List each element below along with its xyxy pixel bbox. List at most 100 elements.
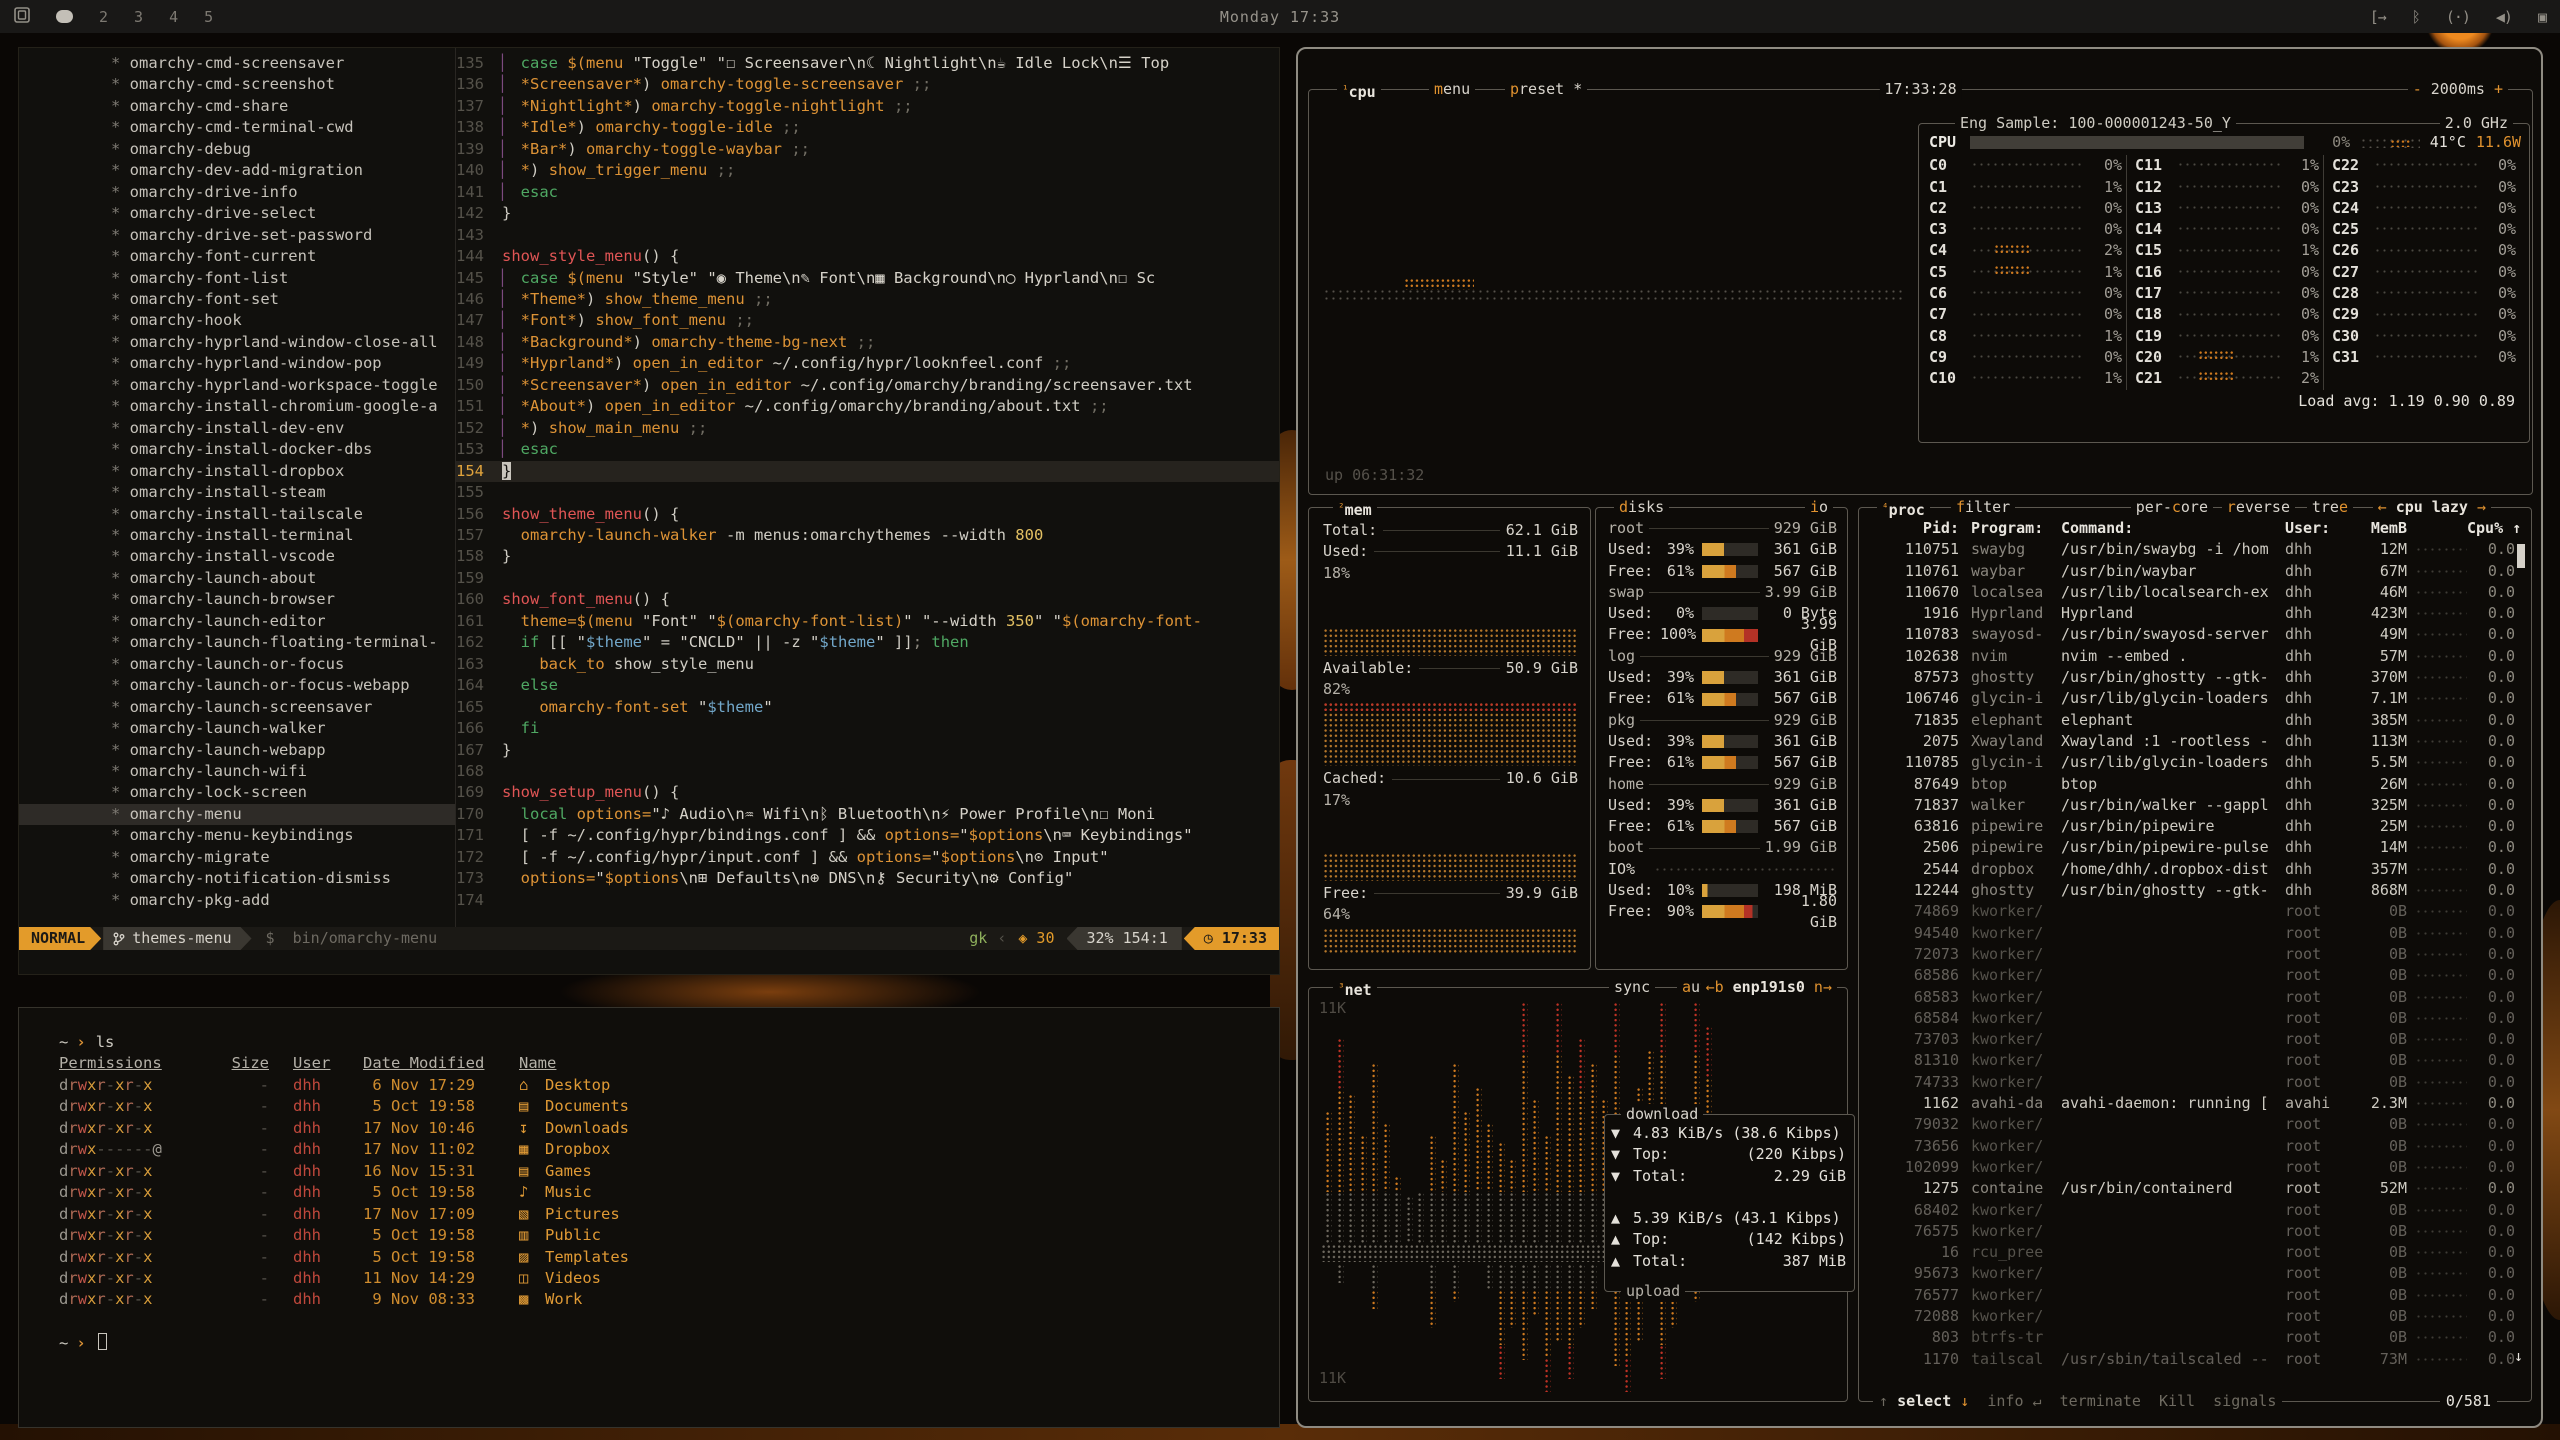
code-line[interactable]: 172 [ -f ~/.config/hypr/input.conf ] && … xyxy=(456,847,1279,868)
workspace-3[interactable]: 3 xyxy=(134,8,143,26)
io-toggle[interactable]: io xyxy=(1805,497,1833,518)
per-core-toggle[interactable]: per-core xyxy=(2131,497,2213,518)
process-row[interactable]: 87649btopbtopdhh26M0.0 xyxy=(1867,774,2527,795)
process-row[interactable]: 94540kworker/root0B0.0 xyxy=(1867,923,2527,944)
terminal-window[interactable]: ~›ls PermissionsSizeUserDate ModifiedNam… xyxy=(18,1007,1280,1428)
cpu-box-title[interactable]: ¹cpu xyxy=(1337,79,1381,103)
volume-icon[interactable]: ◀) xyxy=(2496,8,2512,26)
process-row[interactable]: 106746glycin-i/usr/lib/glycin-loadersdhh… xyxy=(1867,688,2527,709)
code-line[interactable]: 174 xyxy=(456,890,1279,911)
file-item[interactable]: * omarchy-launch-or-focus-webapp xyxy=(19,675,455,696)
process-scrollbar[interactable] xyxy=(2517,544,2525,568)
proc-header-memb[interactable]: MemB xyxy=(2345,518,2407,539)
file-item[interactable]: * omarchy-install-tailscale xyxy=(19,504,455,525)
code-line[interactable]: 140▏ *) show_trigger_menu ;; xyxy=(456,160,1279,181)
code-line[interactable]: 143 xyxy=(456,225,1279,246)
code-line[interactable]: 153▏ esac xyxy=(456,439,1279,460)
process-row[interactable]: 72088kworker/root0B0.0 xyxy=(1867,1306,2527,1327)
mem-box-title[interactable]: ²mem xyxy=(1333,497,1377,521)
code-line[interactable]: 141▏ esac xyxy=(456,182,1279,203)
file-item[interactable]: * omarchy-pkg-add xyxy=(19,890,455,911)
code-line[interactable]: 149▏ *Hyprland*) open_in_editor ~/.confi… xyxy=(456,353,1279,374)
ls-folder[interactable]: ▨Templates xyxy=(493,1247,629,1268)
process-row[interactable]: 73656kworker/root0B0.0 xyxy=(1867,1136,2527,1157)
process-row[interactable]: 68402kworker/root0B0.0 xyxy=(1867,1200,2527,1221)
file-item[interactable]: * omarchy-launch-floating-terminal- xyxy=(19,632,455,653)
process-row[interactable]: 81310kworker/root0B0.0 xyxy=(1867,1050,2527,1071)
filter-button[interactable]: filter xyxy=(1951,497,2015,518)
reverse-toggle[interactable]: reverse xyxy=(2222,497,2295,518)
ls-folder[interactable]: ▦Dropbox xyxy=(493,1139,610,1160)
file-item[interactable]: * omarchy-debug xyxy=(19,139,455,160)
process-row[interactable]: 76575kworker/root0B0.0 xyxy=(1867,1221,2527,1242)
file-item[interactable]: * omarchy-install-terminal xyxy=(19,525,455,546)
file-item[interactable]: * omarchy-install-dev-env xyxy=(19,418,455,439)
file-item[interactable]: * omarchy-launch-walker xyxy=(19,718,455,739)
process-row[interactable]: 73703kworker/root0B0.0 xyxy=(1867,1029,2527,1050)
code-line[interactable]: 163 back_to show_style_menu xyxy=(456,654,1279,675)
ls-folder[interactable]: ♪Music xyxy=(493,1182,592,1203)
file-item[interactable]: * omarchy-hyprland-workspace-toggle xyxy=(19,375,455,396)
file-item[interactable]: * omarchy-launch-about xyxy=(19,568,455,589)
code-line[interactable]: 169show_setup_menu() { xyxy=(456,782,1279,803)
code-line[interactable]: 147▏ *Font*) show_font_menu ;; xyxy=(456,310,1279,331)
process-footer[interactable]: ↑ select ↓ info ↵ terminate Kill signals xyxy=(1873,1391,2282,1412)
file-item[interactable]: * omarchy-launch-wifi xyxy=(19,761,455,782)
code-line[interactable]: 152▏ *) show_main_menu ;; xyxy=(456,418,1279,439)
network-icon[interactable]: (·) xyxy=(2446,8,2470,26)
code-line[interactable]: 160show_font_menu() { xyxy=(456,589,1279,610)
screencast-icon[interactable]: [→ xyxy=(2370,8,2386,26)
process-row[interactable]: 72073kworker/root0B0.0 xyxy=(1867,944,2527,965)
process-row[interactable]: 68586kworker/root0B0.0 xyxy=(1867,965,2527,986)
update-interval[interactable]: - 2000ms + xyxy=(2408,79,2508,100)
process-row[interactable]: 110761waybar/usr/bin/waybardhh67M0.0 xyxy=(1867,561,2527,582)
workspace-1-active[interactable] xyxy=(56,10,73,23)
file-item[interactable]: * omarchy-menu xyxy=(19,804,455,825)
ls-folder[interactable]: ▩Work xyxy=(493,1289,582,1310)
file-item[interactable]: * omarchy-menu-keybindings xyxy=(19,825,455,846)
code-line[interactable]: 157 omarchy-launch-walker -m menus:omarc… xyxy=(456,525,1279,546)
file-item[interactable]: * omarchy-hyprland-window-close-all xyxy=(19,332,455,353)
process-row[interactable]: 102638nvimnvim --embed .dhh57M0.0 xyxy=(1867,646,2527,667)
scroll-down-arrow[interactable]: ↓ xyxy=(2514,1346,2523,1367)
code-line[interactable]: 171 [ -f ~/.config/hypr/bindings.conf ] … xyxy=(456,825,1279,846)
file-item[interactable]: * omarchy-launch-or-focus xyxy=(19,654,455,675)
tree-toggle[interactable]: tree xyxy=(2307,497,2353,518)
sync-button[interactable]: sync xyxy=(1609,977,1655,998)
process-row[interactable]: 74869kworker/root0B0.0 xyxy=(1867,901,2527,922)
process-row[interactable]: 71835elephantelephantdhh385M0.0 xyxy=(1867,710,2527,731)
file-item[interactable]: * omarchy-install-steam xyxy=(19,482,455,503)
process-row[interactable]: 2506pipewire/usr/bin/pipewire-pulsedhh14… xyxy=(1867,837,2527,858)
file-item[interactable]: * omarchy-install-chromium-google-a xyxy=(19,396,455,417)
process-row[interactable]: 2075XwaylandXwayland :1 -rootless -dhh11… xyxy=(1867,731,2527,752)
file-item[interactable]: * omarchy-font-list xyxy=(19,268,455,289)
clock[interactable]: Monday 17:33 xyxy=(1220,8,1340,26)
code-line[interactable]: 162 if [[ "$theme" = "CNCLD" || -z "$the… xyxy=(456,632,1279,653)
file-item[interactable]: * omarchy-lock-screen xyxy=(19,782,455,803)
file-item[interactable]: * omarchy-launch-screensaver xyxy=(19,697,455,718)
code-line[interactable]: 167} xyxy=(456,740,1279,761)
process-row[interactable]: 87573ghostty/usr/bin/ghostty --gtk-dhh37… xyxy=(1867,667,2527,688)
file-item[interactable]: * omarchy-cmd-share xyxy=(19,96,455,117)
file-item[interactable]: * omarchy-cmd-terminal-cwd xyxy=(19,117,455,138)
file-item[interactable]: * omarchy-install-docker-dbs xyxy=(19,439,455,460)
preset-button[interactable]: preset * xyxy=(1505,79,1587,100)
process-row[interactable]: 16rcu_preeroot0B0.0 xyxy=(1867,1242,2527,1263)
file-item[interactable]: * omarchy-launch-webapp xyxy=(19,740,455,761)
code-line[interactable]: 155 xyxy=(456,482,1279,503)
process-row[interactable]: 2544dropbox/home/dhh/.dropbox-distdhh357… xyxy=(1867,859,2527,880)
code-line[interactable]: 161 theme=$(menu "Font" "$(omarchy-font-… xyxy=(456,611,1279,632)
net-box-title[interactable]: ³net xyxy=(1333,977,1377,1001)
file-item[interactable]: * omarchy-cmd-screensaver xyxy=(19,53,455,74)
process-table-header[interactable]: Pid:Program:Command:User:MemBCpu% ↑ xyxy=(1859,518,2531,539)
process-row[interactable]: 1916HyprlandHyprlanddhh423M0.0 xyxy=(1867,603,2527,624)
ls-folder[interactable]: ⌂Desktop xyxy=(493,1075,610,1096)
code-line[interactable]: 137▏ *Nightlight*) omarchy-toggle-nightl… xyxy=(456,96,1279,117)
process-row[interactable]: 110670localsea/usr/lib/localsearch-exdhh… xyxy=(1867,582,2527,603)
process-row[interactable]: 803btrfs-trroot0B0.0 xyxy=(1867,1327,2527,1348)
proc-box-title[interactable]: ⁴proc xyxy=(1877,497,1930,521)
disks-box-title[interactable]: disks xyxy=(1614,497,1669,518)
code-line[interactable]: 159 xyxy=(456,568,1279,589)
file-item[interactable]: * omarchy-notification-dismiss xyxy=(19,868,455,889)
code-line[interactable]: 173 options="$options\n⊞ Defaults\n⊕ DNS… xyxy=(456,868,1279,889)
